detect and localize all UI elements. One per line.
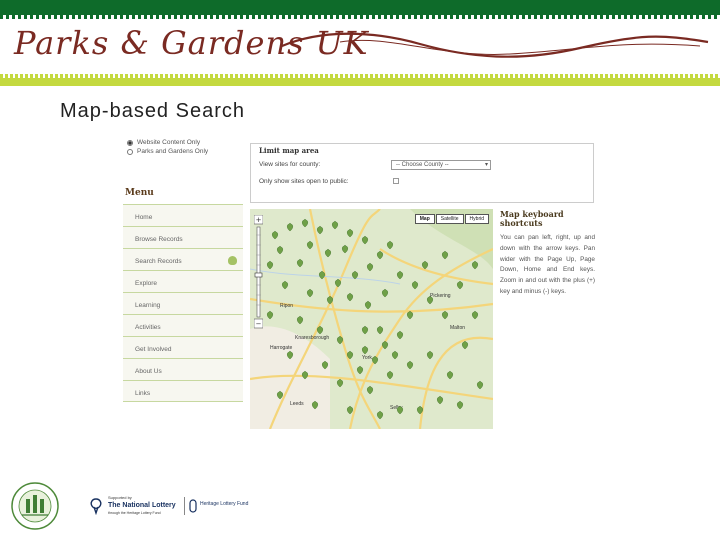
keyboard-shortcuts-title: Map keyboard shortcuts xyxy=(500,209,564,228)
county-label: View sites for county: xyxy=(259,161,321,168)
map-type-switcher: Map Satellite Hybrid xyxy=(414,214,489,224)
footer-logos: Supported by The National Lottery throug… xyxy=(10,475,250,533)
radio-dot-icon xyxy=(127,148,133,155)
sponsor-divider xyxy=(184,497,185,515)
scope-radio-label: Website Content Only xyxy=(137,139,201,146)
hlf-text: Heritage Lottery Fund xyxy=(200,501,249,507)
lottery-crossed-fingers-icon xyxy=(90,498,102,515)
menu-item-label: Links xyxy=(135,390,151,397)
menu-item-home[interactable]: Home xyxy=(123,204,243,226)
menu-item-label: Home xyxy=(135,214,153,221)
menu-item-links[interactable]: Links xyxy=(123,380,243,402)
limit-map-area-panel: Limit map area View sites for county: --… xyxy=(250,143,594,203)
map-type-satellite-button[interactable]: Satellite xyxy=(435,214,464,224)
map-place-label: Harrogate xyxy=(270,345,292,351)
radio-dot-icon xyxy=(127,139,133,146)
county-select[interactable]: -- Choose County -- xyxy=(391,160,491,170)
scope-radio-label: Parks and Gardens Only xyxy=(137,148,209,155)
open-public-checkbox[interactable] xyxy=(393,178,399,184)
side-menu: Home Browse Records Search Records Explo… xyxy=(123,204,243,402)
banner-top-strip xyxy=(0,0,720,19)
site-banner: Parks & Gardens UK xyxy=(0,0,720,86)
map-place-label: Ripon xyxy=(280,303,293,309)
menu-item-about-us[interactable]: About Us xyxy=(123,358,243,380)
zoom-slider[interactable]: + − xyxy=(254,215,263,329)
leaf-icon xyxy=(228,256,237,265)
website-screenshot: Website Content Only Parks and Gardens O… xyxy=(115,133,595,429)
hlf-hand-icon xyxy=(189,499,197,513)
keyboard-shortcuts-text: You can pan left, right, up and down wit… xyxy=(500,234,595,295)
menu-item-label: About Us xyxy=(135,368,162,375)
menu-item-explore[interactable]: Explore xyxy=(123,270,243,292)
menu-item-browse-records[interactable]: Browse Records xyxy=(123,226,243,248)
sites-map[interactable]: Ripon Harrogate York Leeds Pickering Malton Kn… xyxy=(250,209,493,429)
map-place-label: Malton xyxy=(450,325,465,331)
limit-map-area-title: Limit map area xyxy=(259,146,319,155)
menu-item-learning[interactable]: Learning xyxy=(123,292,243,314)
menu-item-label: Explore xyxy=(135,280,158,287)
svg-text:−: − xyxy=(256,320,262,328)
supported-by-text: Supported by xyxy=(108,495,132,500)
menu-item-label: Get Involved xyxy=(135,346,172,353)
banner-bottom-strip xyxy=(0,74,720,86)
map-place-label: York xyxy=(362,355,372,361)
menu-item-label: Activities xyxy=(135,324,161,331)
open-public-label: Only show sites open to public: xyxy=(259,178,349,185)
map-place-label: Pickering xyxy=(430,293,451,299)
menu-title: Menu xyxy=(125,188,154,198)
logo-swoosh xyxy=(281,32,709,58)
scope-radio-website[interactable]: Website Content Only xyxy=(127,139,200,146)
map-type-hybrid-button[interactable]: Hybrid xyxy=(464,214,489,224)
menu-item-activities[interactable]: Activities xyxy=(123,314,243,336)
scope-radio-parks[interactable]: Parks and Gardens Only xyxy=(127,148,208,155)
map-place-label: Knaresborough xyxy=(295,335,329,341)
keyboard-shortcuts-panel: Map keyboard shortcuts You can pan left,… xyxy=(500,210,595,298)
menu-item-label: Browse Records xyxy=(135,236,183,243)
slide-heading: Map-based Search xyxy=(60,100,245,122)
menu-item-label: Search Records xyxy=(135,258,182,265)
map-type-map-button[interactable]: Map xyxy=(414,214,435,224)
national-lottery-text: The National Lottery xyxy=(108,502,176,509)
menu-item-get-involved[interactable]: Get Involved xyxy=(123,336,243,358)
lottery-sub-text: through the Heritage Lottery Fund xyxy=(108,511,161,515)
garden-seal-logo xyxy=(11,482,59,530)
svg-text:+: + xyxy=(256,216,262,224)
map-canvas[interactable]: Ripon Harrogate York Leeds Pickering Malton Kn… xyxy=(250,209,493,429)
map-place-label: Leeds xyxy=(290,401,304,407)
menu-item-label: Learning xyxy=(135,302,161,309)
menu-item-search-records[interactable]: Search Records xyxy=(123,248,243,270)
